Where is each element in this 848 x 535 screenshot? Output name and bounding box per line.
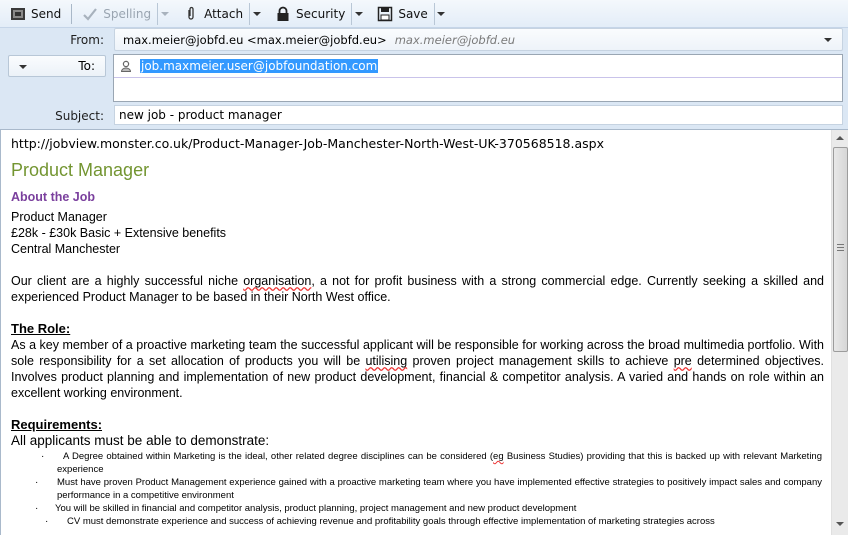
chevron-down-icon <box>19 65 27 69</box>
list-item: A Degree obtained within Marketing is th… <box>11 450 824 476</box>
send-label: Send <box>31 6 62 21</box>
spelling-button[interactable]: Spelling <box>78 3 155 25</box>
about-heading: About the Job <box>11 190 96 204</box>
chevron-down-icon <box>437 11 446 16</box>
scroll-down-arrow-icon[interactable] <box>836 522 844 526</box>
attach-dropdown[interactable] <box>249 2 263 25</box>
recipient-row-empty[interactable] <box>114 78 842 101</box>
floppy-disk-icon <box>377 6 393 22</box>
scrollbar-thumb[interactable] <box>833 147 848 352</box>
list-item: Must have proven Product Management expe… <box>11 476 824 502</box>
job-url-link[interactable]: http://jobview.monster.co.uk/Product-Man… <box>11 136 824 152</box>
from-identity: max.meier@jobfd.eu <box>394 32 516 47</box>
subject-value: new job - product manager <box>119 108 282 122</box>
misspelled-word[interactable]: eg <box>493 451 504 462</box>
save-button[interactable]: Save <box>373 3 431 25</box>
recipient-row[interactable]: job.maxmeier.user@jobfoundation.com <box>114 55 842 78</box>
spelling-label: Spelling <box>103 6 152 21</box>
security-label: Security <box>296 6 346 21</box>
chevron-down-icon <box>824 38 832 42</box>
list-item-text: You will be skilled in financial and com… <box>55 503 577 514</box>
chevron-down-icon <box>354 11 363 16</box>
toolbar-separator <box>71 3 73 24</box>
summary-line: Central Manchester <box>11 242 121 256</box>
scroll-up-arrow-icon[interactable] <box>836 136 844 140</box>
requirements-intro: All applicants must be able to demonstra… <box>11 433 270 448</box>
list-item: CV must demonstrate experience and succe… <box>11 515 824 528</box>
checkmark-icon <box>82 6 98 22</box>
attach-button[interactable]: Attach <box>179 3 247 25</box>
intro-paragraph: Our client are a highly successful niche… <box>11 273 824 305</box>
role-heading: The Role: <box>11 321 71 336</box>
role-text: proven project management skills to achi… <box>407 354 674 368</box>
save-label: Save <box>398 6 428 21</box>
list-item-text: CV must demonstrate experience and succe… <box>67 516 715 527</box>
job-title: Product Manager <box>11 160 150 180</box>
security-dropdown[interactable] <box>351 2 365 25</box>
subject-input[interactable]: new job - product manager <box>114 105 843 125</box>
misspelled-word[interactable]: utilising <box>365 354 407 368</box>
to-input[interactable]: job.maxmeier.user@jobfoundation.com <box>140 59 379 73</box>
from-select[interactable]: max.meier@jobfd.eu <max.meier@jobfd.eu> … <box>114 28 843 51</box>
summary-line: £28k - £30k Basic + Extensive benefits <box>11 226 227 240</box>
send-button[interactable]: Send <box>6 3 65 25</box>
security-button[interactable]: Security <box>271 3 349 25</box>
chevron-down-icon <box>160 11 169 16</box>
paperclip-icon <box>183 6 199 22</box>
to-label: To: <box>78 59 95 73</box>
send-icon <box>10 6 26 22</box>
compose-toolbar: Send Spelling Attach Security Save <box>0 0 848 28</box>
list-item: You will be skilled in financial and com… <box>11 502 824 515</box>
requirements-heading: Requirements: <box>11 417 103 432</box>
list-item-text: Must have proven Product Management expe… <box>57 477 822 501</box>
message-body-editor[interactable]: http://jobview.monster.co.uk/Product-Man… <box>0 129 848 535</box>
misspelled-word[interactable]: pre <box>674 354 692 368</box>
from-label: From: <box>70 33 104 47</box>
misspelled-word[interactable]: organisation <box>243 274 311 288</box>
save-dropdown[interactable] <box>433 2 448 25</box>
role-paragraph: As a key member of a proactive marketing… <box>11 337 824 401</box>
attach-label: Attach <box>204 6 244 21</box>
chevron-down-icon <box>252 11 261 16</box>
vertical-scrollbar[interactable] <box>831 130 848 535</box>
grip-icon <box>837 244 844 252</box>
list-item-text: A Degree obtained within Marketing is th… <box>63 451 494 462</box>
summary-line: Product Manager <box>11 210 107 224</box>
spelling-dropdown[interactable] <box>157 2 171 25</box>
person-icon <box>120 60 132 72</box>
intro-text: Our client are a highly successful niche <box>11 274 244 288</box>
subject-label: Subject: <box>55 109 104 123</box>
recipients-list[interactable]: job.maxmeier.user@jobfoundation.com <box>113 54 843 102</box>
lock-icon <box>275 6 291 22</box>
recipient-type-dropdown[interactable]: To: <box>8 55 106 77</box>
requirements-list: A Degree obtained within Marketing is th… <box>11 450 824 528</box>
from-value: max.meier@jobfd.eu <max.meier@jobfd.eu> <box>123 32 387 47</box>
